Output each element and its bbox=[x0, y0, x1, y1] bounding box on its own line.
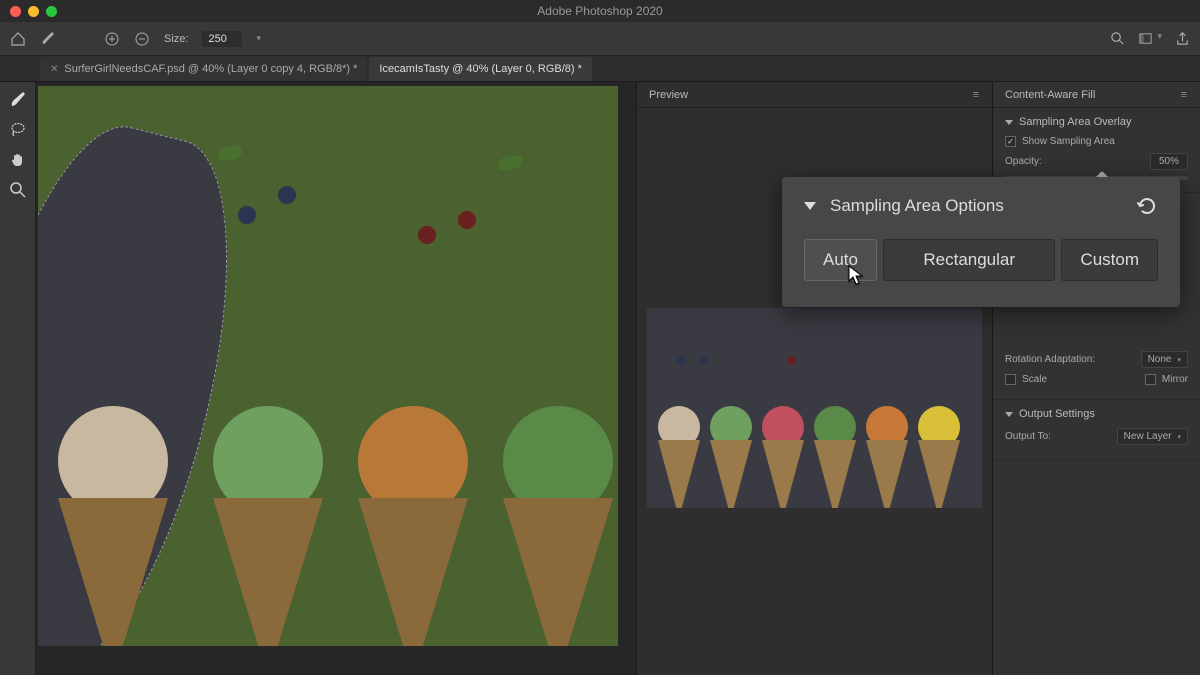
section-header[interactable]: Output Settings bbox=[1005, 408, 1188, 420]
options-bar: Size: 250 ▾ ▾ bbox=[0, 22, 1200, 56]
preview-image[interactable] bbox=[647, 308, 982, 508]
section-header[interactable]: Sampling Area Overlay bbox=[1005, 116, 1188, 128]
custom-option[interactable]: Custom bbox=[1061, 239, 1158, 281]
auto-option[interactable]: Auto bbox=[804, 239, 877, 281]
sampling-mode-segmented: Auto Rectangular Custom bbox=[804, 239, 1158, 281]
scale-checkbox[interactable] bbox=[1005, 374, 1016, 385]
canvas-content bbox=[278, 186, 296, 204]
output-to-dropdown[interactable]: New Layer ▾ bbox=[1117, 428, 1188, 445]
search-icon[interactable] bbox=[1109, 31, 1125, 47]
app-title: Adobe Photoshop 2020 bbox=[537, 4, 662, 18]
canvas-content bbox=[498, 156, 522, 170]
rectangular-option[interactable]: Rectangular bbox=[883, 239, 1055, 281]
chevron-down-icon bbox=[1005, 120, 1013, 125]
chevron-down-icon: ▾ bbox=[1177, 433, 1181, 441]
properties-panel: Content-Aware Fill ≡ Sampling Area Overl… bbox=[992, 82, 1200, 675]
canvas-content bbox=[238, 206, 256, 224]
panel-menu-icon[interactable]: ≡ bbox=[1181, 89, 1188, 101]
panel-menu-icon[interactable]: ≡ bbox=[973, 89, 980, 101]
output-to-value: New Layer bbox=[1124, 431, 1172, 442]
canvas-content bbox=[418, 226, 436, 244]
size-dropdown-icon[interactable]: ▾ bbox=[256, 33, 261, 44]
rotation-dropdown[interactable]: None ▾ bbox=[1141, 351, 1188, 368]
chevron-down-icon[interactable] bbox=[804, 202, 816, 210]
document-tab[interactable]: ✕ SurferGirlNeedsCAF.psd @ 40% (Layer 0 … bbox=[40, 57, 367, 81]
show-sampling-checkbox[interactable]: ✓ bbox=[1005, 136, 1016, 147]
preview-panel: Preview ≡ bbox=[636, 82, 992, 675]
close-window-button[interactable] bbox=[10, 6, 21, 17]
sampling-area-options-popup: Sampling Area Options Auto Rectangular C… bbox=[782, 177, 1180, 307]
canvas-content bbox=[348, 406, 478, 646]
subtract-sampling-icon[interactable] bbox=[134, 31, 150, 47]
output-section: Output Settings Output To: New Layer ▾ bbox=[993, 400, 1200, 460]
zoom-tool[interactable] bbox=[8, 180, 28, 200]
tab-label: SurferGirlNeedsCAF.psd @ 40% (Layer 0 co… bbox=[64, 63, 357, 75]
reset-icon[interactable] bbox=[1136, 195, 1158, 217]
mirror-label: Mirror bbox=[1162, 374, 1188, 385]
canvas-content bbox=[458, 211, 476, 229]
add-sampling-icon[interactable] bbox=[104, 31, 120, 47]
tab-label: IcecamIsTasty @ 40% (Layer 0, RGB/8) * bbox=[379, 63, 582, 75]
share-icon[interactable] bbox=[1174, 31, 1190, 47]
mirror-checkbox[interactable] bbox=[1145, 374, 1156, 385]
properties-header: Content-Aware Fill ≡ bbox=[993, 82, 1200, 108]
document-tab[interactable]: IcecamIsTasty @ 40% (Layer 0, RGB/8) * bbox=[369, 57, 592, 81]
canvas-area[interactable] bbox=[36, 82, 636, 675]
size-input[interactable]: 250 bbox=[202, 31, 242, 47]
workspace-icon[interactable] bbox=[1137, 31, 1153, 47]
tool-palette bbox=[0, 82, 36, 675]
lasso-tool[interactable] bbox=[8, 120, 28, 140]
home-icon[interactable] bbox=[10, 31, 26, 47]
preview-title: Preview bbox=[649, 89, 688, 101]
sampling-brush-tool[interactable] bbox=[8, 90, 28, 110]
canvas-content bbox=[203, 406, 333, 646]
opacity-label: Opacity: bbox=[1005, 156, 1144, 167]
show-sampling-label: Show Sampling Area bbox=[1022, 136, 1115, 147]
section-title: Sampling Area Overlay bbox=[1019, 116, 1132, 128]
canvas-content bbox=[493, 406, 618, 646]
document-canvas[interactable] bbox=[38, 86, 618, 646]
fill-section: Rotation Adaptation: None ▾ Scale Mirror bbox=[993, 343, 1200, 400]
canvas-content bbox=[218, 146, 242, 160]
minimize-window-button[interactable] bbox=[28, 6, 39, 17]
hand-tool[interactable] bbox=[8, 150, 28, 170]
opacity-input[interactable]: 50% bbox=[1150, 153, 1188, 170]
chevron-down-icon bbox=[1005, 412, 1013, 417]
titlebar: Adobe Photoshop 2020 bbox=[0, 0, 1200, 22]
preview-header: Preview ≡ bbox=[637, 82, 992, 108]
maximize-window-button[interactable] bbox=[46, 6, 57, 17]
brush-preset-icon[interactable] bbox=[40, 31, 56, 47]
window-controls bbox=[0, 6, 57, 17]
canvas-content bbox=[48, 406, 178, 646]
popup-title: Sampling Area Options bbox=[830, 196, 1122, 216]
document-tabs: ✕ SurferGirlNeedsCAF.psd @ 40% (Layer 0 … bbox=[0, 56, 1200, 82]
rotation-value: None bbox=[1148, 354, 1172, 365]
workspace-dropdown-icon[interactable]: ▾ bbox=[1157, 31, 1162, 47]
chevron-down-icon: ▾ bbox=[1177, 356, 1181, 364]
section-title: Output Settings bbox=[1019, 408, 1095, 420]
output-to-label: Output To: bbox=[1005, 431, 1111, 442]
properties-title: Content-Aware Fill bbox=[1005, 89, 1095, 101]
close-tab-icon[interactable]: ✕ bbox=[50, 64, 58, 75]
rotation-label: Rotation Adaptation: bbox=[1005, 354, 1135, 365]
size-label: Size: bbox=[164, 33, 188, 45]
scale-label: Scale bbox=[1022, 374, 1139, 385]
